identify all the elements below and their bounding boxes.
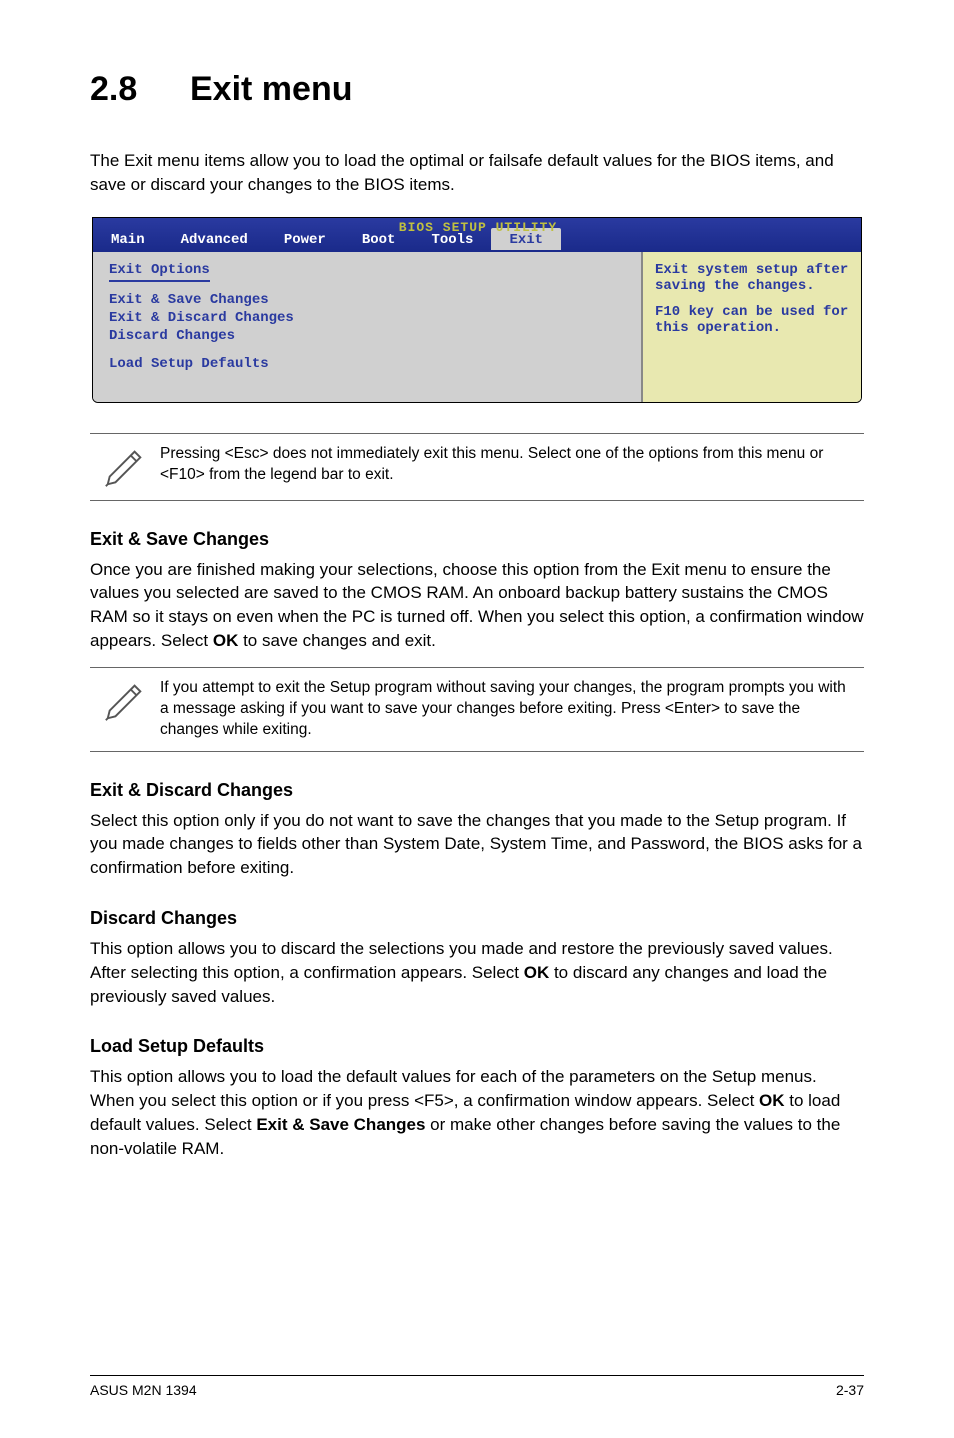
para-load-pre: This option allows you to load the defau… xyxy=(90,1067,817,1110)
bios-item-discard: Discard Changes xyxy=(109,328,625,344)
para-discard-ok: OK xyxy=(524,963,550,982)
section-number: 2.8 xyxy=(90,70,190,109)
para-exit-discard: Select this option only if you do not wa… xyxy=(90,809,864,880)
intro-paragraph: The Exit menu items allow you to load th… xyxy=(90,149,864,197)
subhead-load-defaults: Load Setup Defaults xyxy=(90,1036,864,1057)
subhead-exit-discard: Exit & Discard Changes xyxy=(90,780,864,801)
section-title: Exit menu xyxy=(190,70,352,108)
bios-left-pane: Exit Options Exit & Save Changes Exit & … xyxy=(93,252,641,402)
para-load-ok: OK xyxy=(759,1091,785,1110)
page: 2.8Exit menu The Exit menu items allow y… xyxy=(0,0,954,1438)
bios-item-exit-discard: Exit & Discard Changes xyxy=(109,310,625,326)
page-footer: ASUS M2N 1394 2-37 xyxy=(90,1375,864,1398)
pencil-icon xyxy=(90,444,160,490)
bios-tab-advanced: Advanced xyxy=(163,228,266,250)
note-esc-text: Pressing <Esc> does not immediately exit… xyxy=(160,444,864,486)
note-enter-text: If you attempt to exit the Setup program… xyxy=(160,678,864,741)
bios-tab-power: Power xyxy=(266,228,344,250)
bios-help-line1: Exit system setup after saving the chang… xyxy=(655,262,849,294)
subhead-discard: Discard Changes xyxy=(90,908,864,929)
para-load-defaults: This option allows you to load the defau… xyxy=(90,1065,864,1160)
para-exit-save: Once you are finished making your select… xyxy=(90,558,864,653)
bios-tab-main: Main xyxy=(93,228,163,250)
note-enter: If you attempt to exit the Setup program… xyxy=(90,667,864,752)
bios-item-load-defaults: Load Setup Defaults xyxy=(109,356,625,372)
bios-tab-exit: Exit xyxy=(491,228,561,250)
bios-help-line2: F10 key can be used for this operation. xyxy=(655,304,849,336)
footer-right: 2-37 xyxy=(836,1382,864,1398)
bios-item-exit-save: Exit & Save Changes xyxy=(109,292,625,308)
section-heading: 2.8Exit menu xyxy=(90,70,864,109)
bios-body: Exit Options Exit & Save Changes Exit & … xyxy=(93,252,861,402)
para-load-exitsave: Exit & Save Changes xyxy=(256,1115,425,1134)
note-esc: Pressing <Esc> does not immediately exit… xyxy=(90,433,864,501)
bios-right-pane: Exit system setup after saving the chang… xyxy=(641,252,861,402)
footer-left: ASUS M2N 1394 xyxy=(90,1382,197,1398)
para-exit-save-post: to save changes and exit. xyxy=(238,631,436,650)
bios-tab-boot: Boot xyxy=(344,228,414,250)
bios-exit-options-header: Exit Options xyxy=(109,262,210,282)
bios-menubar: Main Advanced Power Boot Tools Exit xyxy=(93,218,861,252)
pencil-icon xyxy=(90,678,160,724)
bios-tab-tools: Tools xyxy=(413,228,491,250)
para-exit-save-ok: OK xyxy=(213,631,239,650)
para-discard: This option allows you to discard the se… xyxy=(90,937,864,1008)
para-exit-save-pre: Once you are finished making your select… xyxy=(90,560,864,650)
bios-screenshot: BIOS SETUP UTILITY Main Advanced Power B… xyxy=(92,217,862,403)
subhead-exit-save: Exit & Save Changes xyxy=(90,529,864,550)
